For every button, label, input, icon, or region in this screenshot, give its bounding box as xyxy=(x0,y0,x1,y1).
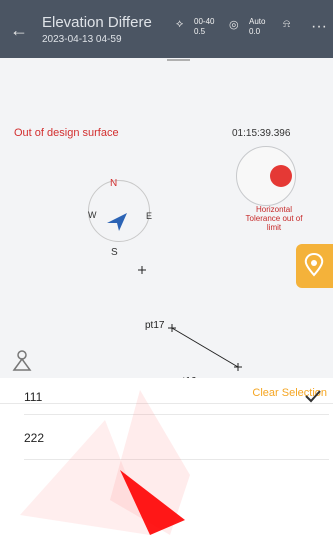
satellite-icon[interactable]: ⟡ xyxy=(176,18,183,31)
sheet-top-divider xyxy=(0,403,333,404)
network-icon[interactable]: ⍾ xyxy=(283,18,290,31)
compass-west-label: W xyxy=(88,210,97,220)
time-readout: 01:15:39.396 xyxy=(232,128,291,139)
line-l2 xyxy=(171,327,239,368)
satellite-status-bottom: 0.5 xyxy=(194,27,206,36)
warning-text: Out of design surface xyxy=(14,127,119,139)
tripod-icon xyxy=(12,350,32,371)
list-item-111[interactable]: 111 xyxy=(24,390,42,404)
tolerance-dot xyxy=(270,165,292,187)
back-icon[interactable]: ← xyxy=(10,20,30,40)
rtk-status-bottom: 0.0 xyxy=(249,27,261,36)
page-subtitle: 2023-04-13 04-59 xyxy=(42,34,122,45)
compass-east-label: E xyxy=(146,211,153,221)
compass-north-label: N xyxy=(110,178,118,189)
stakeout-button[interactable] xyxy=(296,244,333,288)
survey-tool-icon[interactable] xyxy=(8,346,36,374)
compass-south-label: S xyxy=(111,247,118,258)
rtk-status-top: Auto xyxy=(249,17,266,26)
app-root: ← Elevation Differe 2023-04-13 04-59 ⟡ 0… xyxy=(0,0,333,535)
location-arrow-icon xyxy=(107,213,127,231)
map-canvas[interactable]: Out of design surface 01:15:39.396 Horiz… xyxy=(0,58,333,433)
list-divider-2 xyxy=(24,459,329,460)
location-pin-icon xyxy=(304,252,324,277)
satellite-status-top: 00-40 xyxy=(194,17,215,26)
more-menu-icon[interactable]: ··· xyxy=(311,18,327,36)
checkmark-icon xyxy=(305,390,321,403)
list-item-222[interactable]: 222 xyxy=(24,431,44,445)
point-label-pt17: pt17 xyxy=(145,320,165,331)
top-app-bar: ← Elevation Differe 2023-04-13 04-59 ⟡ 0… xyxy=(0,0,333,58)
tolerance-message: Horizontal Tolerance out of limit xyxy=(245,205,303,232)
list-divider-1 xyxy=(24,414,329,415)
page-title: Elevation Differe xyxy=(42,14,152,31)
rtk-status-icon[interactable]: ◎ xyxy=(229,18,239,31)
bottom-sheet xyxy=(0,378,333,535)
